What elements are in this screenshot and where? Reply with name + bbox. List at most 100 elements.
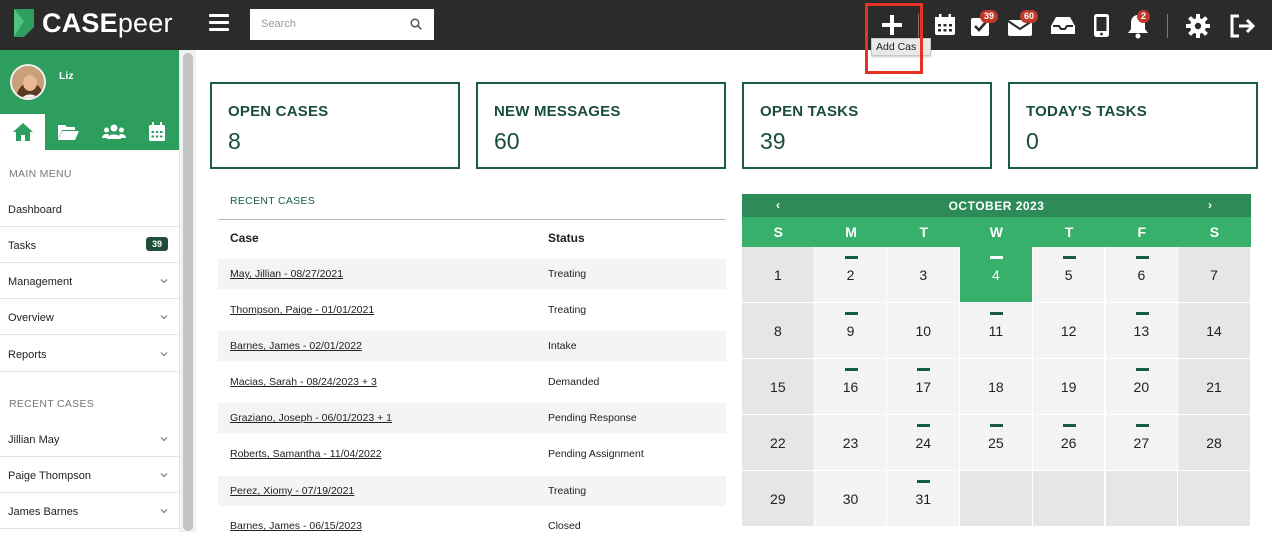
sidebar-item-dashboard[interactable]: Dashboard xyxy=(0,191,179,227)
inbox-button[interactable] xyxy=(1048,10,1078,40)
calendar-day-number: 24 xyxy=(915,435,932,451)
calendar-day-7[interactable]: 7 xyxy=(1178,247,1251,303)
case-link[interactable]: Thompson, Paige - 01/01/2021 xyxy=(230,304,374,316)
notifications-button[interactable]: 2 xyxy=(1123,10,1153,40)
weekday-label: M xyxy=(845,224,857,240)
case-link[interactable]: Graziano, Joseph - 06/01/2023 + 1 xyxy=(230,412,392,424)
sidebar-item-overview[interactable]: Overview xyxy=(0,299,179,335)
chevron-down-icon xyxy=(160,279,168,284)
case-link[interactable]: Barnes, James - 02/01/2022 xyxy=(230,340,362,352)
avatar[interactable] xyxy=(10,64,46,100)
calendar-day-14[interactable]: 14 xyxy=(1178,303,1251,359)
sidebar-recent-case[interactable]: Paige Thompson xyxy=(0,457,179,493)
calendar-header: ‹ OCTOBER 2023 › xyxy=(742,194,1251,217)
calendar-day-number: 22 xyxy=(770,435,786,451)
event-indicator xyxy=(990,312,1004,315)
table-row: Macias, Sarah - 08/24/2023 + 3 Demanded xyxy=(218,367,726,397)
calendar-day-28[interactable]: 28 xyxy=(1178,415,1251,471)
calendar-day-6[interactable]: 6 xyxy=(1105,247,1179,303)
chevron-down-icon xyxy=(160,473,168,478)
calendar-month-title: OCTOBER 2023 xyxy=(948,199,1045,213)
calendar-day-9[interactable]: 9 xyxy=(814,303,888,359)
calendar-day-17[interactable]: 17 xyxy=(887,359,961,415)
search-icon[interactable] xyxy=(410,18,422,30)
card-title: NEW MESSAGES xyxy=(494,103,621,120)
search-box xyxy=(250,9,434,40)
event-indicator xyxy=(1135,424,1149,427)
open-tasks-card[interactable]: OPEN TASKS 39 xyxy=(742,82,992,169)
calendar-day-19[interactable]: 19 xyxy=(1032,359,1106,415)
case-status: Treating xyxy=(548,485,587,497)
calendar-day-23[interactable]: 23 xyxy=(814,415,888,471)
calendar-day-15[interactable]: 15 xyxy=(742,359,815,415)
users-icon xyxy=(101,124,126,139)
messages-button[interactable]: 60 xyxy=(1005,10,1039,40)
tasks-button[interactable]: 39 xyxy=(966,10,999,40)
case-link[interactable]: Macias, Sarah - 08/24/2023 + 3 xyxy=(230,376,377,388)
todays-tasks-card[interactable]: TODAY'S TASKS 0 xyxy=(1008,82,1258,169)
calendar-day-16[interactable]: 16 xyxy=(814,359,888,415)
case-link[interactable]: Perez, Xiomy - 07/19/2021 xyxy=(230,485,354,497)
card-value: 39 xyxy=(760,128,786,154)
case-link[interactable]: Roberts, Samantha - 11/04/2022 xyxy=(230,448,382,460)
gear-icon xyxy=(1186,14,1210,38)
table-row: Thompson, Paige - 01/01/2021 Treating xyxy=(218,295,726,325)
notifications-badge: 2 xyxy=(1137,10,1151,23)
calendar-day-20[interactable]: 20 xyxy=(1105,359,1179,415)
calendar-day-29[interactable]: 29 xyxy=(742,471,815,527)
messages-badge: 60 xyxy=(1020,10,1039,23)
case-link[interactable]: May, Jillian - 08/27/2021 xyxy=(230,268,343,280)
calendar-day-1[interactable]: 1 xyxy=(742,247,815,303)
calendar-day-25[interactable]: 25 xyxy=(960,415,1033,471)
logo[interactable]: CASEpeer xyxy=(10,7,173,39)
sidebar-recent-case[interactable]: James Barnes xyxy=(0,493,179,529)
calendar-day-10[interactable]: 10 xyxy=(887,303,961,359)
logo-leaf-icon xyxy=(10,7,36,39)
calendar-day-24[interactable]: 24 xyxy=(887,415,961,471)
calendar-button[interactable] xyxy=(930,10,960,40)
hamburger-menu-icon[interactable] xyxy=(209,14,229,34)
calendar-day-26[interactable]: 26 xyxy=(1032,415,1106,471)
calendar-day-22[interactable]: 22 xyxy=(742,415,815,471)
calendar-day-number: 10 xyxy=(915,323,932,339)
calendar-day-30[interactable]: 30 xyxy=(814,471,888,527)
new-messages-card[interactable]: NEW MESSAGES 60 xyxy=(476,82,726,169)
open-cases-card[interactable]: OPEN CASES 8 xyxy=(210,82,460,169)
calendar-day-3[interactable]: 3 xyxy=(887,247,961,303)
tab-calendar[interactable] xyxy=(134,114,179,150)
calendar-day-8[interactable]: 8 xyxy=(742,303,815,359)
tab-contacts[interactable] xyxy=(90,114,135,150)
sidebar-item-tasks[interactable]: Tasks 39 xyxy=(0,227,179,263)
calendar-day-21[interactable]: 21 xyxy=(1178,359,1251,415)
logout-button[interactable] xyxy=(1227,10,1257,40)
calendar-day-number: 23 xyxy=(842,435,859,451)
calendar-next-button[interactable]: › xyxy=(1208,198,1212,212)
calendar-day-31[interactable]: 31 xyxy=(887,471,961,527)
calendar-day-number: 4 xyxy=(992,267,1000,283)
calendar-day-11[interactable]: 11 xyxy=(960,303,1033,359)
tab-home[interactable] xyxy=(0,114,45,150)
calendar-day-4[interactable]: 4 xyxy=(960,247,1033,303)
calendar-day-13[interactable]: 13 xyxy=(1105,303,1179,359)
tab-cases[interactable] xyxy=(45,114,90,150)
settings-button[interactable] xyxy=(1183,10,1213,40)
column-header-case: Case xyxy=(230,231,259,245)
card-value: 60 xyxy=(494,128,520,154)
calendar-day-number: 3 xyxy=(919,267,928,283)
scrollbar-thumb[interactable] xyxy=(183,53,193,531)
sidebar-item-management[interactable]: Management xyxy=(0,263,179,299)
calendar-day-12[interactable]: 12 xyxy=(1032,303,1106,359)
calendar-day-18[interactable]: 18 xyxy=(960,359,1033,415)
calendar-day-27[interactable]: 27 xyxy=(1105,415,1179,471)
sidebar-item-reports[interactable]: Reports xyxy=(0,336,179,372)
user-name[interactable]: Liz xyxy=(59,70,74,82)
calendar-day-number: 26 xyxy=(1060,435,1077,451)
case-link[interactable]: Barnes, James - 06/15/2023 xyxy=(230,520,362,532)
mobile-button[interactable] xyxy=(1087,10,1117,40)
event-indicator xyxy=(917,424,931,427)
calendar-day-2[interactable]: 2 xyxy=(814,247,888,303)
search-input[interactable] xyxy=(250,9,400,38)
calendar-day-5[interactable]: 5 xyxy=(1032,247,1106,303)
sidebar-scrollbar[interactable] xyxy=(179,50,196,532)
sidebar-recent-case[interactable]: Jillian May xyxy=(0,421,179,457)
